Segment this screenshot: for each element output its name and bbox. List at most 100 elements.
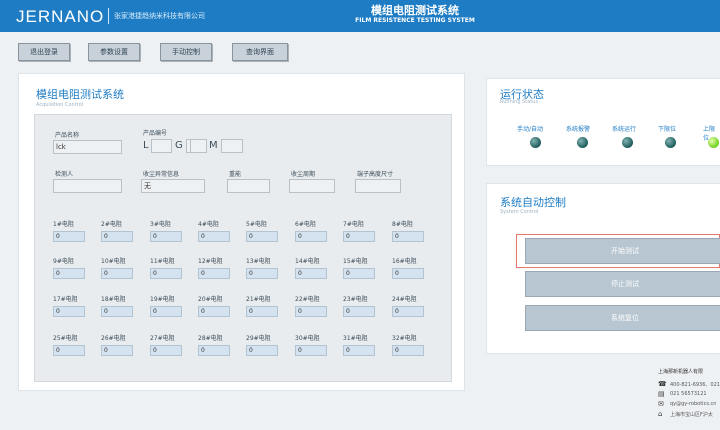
- footer-fax: 021 56573121: [670, 391, 707, 397]
- resistor-value: 0: [198, 345, 230, 356]
- resistor-label: 15#电阻: [343, 258, 368, 265]
- logout-button[interactable]: 退出登录: [18, 43, 70, 61]
- product-no-m-input[interactable]: [221, 139, 243, 153]
- product-no-prefix-g: G: [175, 140, 183, 151]
- energy-input[interactable]: [227, 179, 270, 193]
- manual-control-button[interactable]: 手动控制: [160, 43, 212, 61]
- operator-input[interactable]: [53, 179, 122, 193]
- resistor-label: 21#电阻: [246, 296, 271, 303]
- resistor-value: 0: [101, 268, 133, 279]
- stop-test-button[interactable]: 停止测试: [525, 271, 720, 297]
- resistor-value: 0: [53, 268, 85, 279]
- resistor-value: 0: [53, 231, 85, 242]
- logo-divider: [108, 8, 109, 24]
- auto-control-title: 系统自动控制: [500, 196, 566, 209]
- resistor-label: 16#电阻: [392, 258, 417, 265]
- resistor-label: 7#电阻: [343, 221, 364, 228]
- lamp-system-run-icon: [622, 137, 633, 148]
- resistor-value: 0: [150, 231, 182, 242]
- status-label-manual-auto: 手动/自动: [517, 126, 544, 133]
- resistor-label: 10#电阻: [101, 258, 126, 265]
- status-label-system-run: 系统运行: [612, 126, 637, 133]
- dust-cycle-label: 收尘周期: [291, 171, 316, 178]
- location-icon: ⌂: [658, 410, 663, 418]
- lamp-upper-limit-icon: [708, 137, 719, 148]
- resistor-label: 31#电阻: [343, 335, 368, 342]
- resistor-label: 4#电阻: [198, 221, 219, 228]
- resistor-value: 0: [295, 345, 327, 356]
- resistor-value: 0: [150, 345, 182, 356]
- resistor-value: 0: [198, 231, 230, 242]
- acquisition-form-area: [34, 114, 452, 382]
- terminal-height-input[interactable]: [355, 179, 401, 193]
- resistor-value: 0: [295, 306, 327, 317]
- product-no-prefix-l: L: [143, 140, 149, 151]
- resistor-label: 29#电阻: [246, 335, 271, 342]
- dust-cycle-input[interactable]: [289, 179, 335, 193]
- lamp-manual-auto-icon: [530, 137, 541, 148]
- product-no-label: 产品编号: [143, 130, 168, 137]
- resistor-value: 0: [246, 306, 278, 317]
- resistor-label: 32#电阻: [392, 335, 417, 342]
- resistor-label: 5#电阻: [246, 221, 267, 228]
- resistor-value: 0: [392, 231, 424, 242]
- resistor-label: 3#电阻: [150, 221, 171, 228]
- product-name-label: 产品名称: [55, 132, 80, 139]
- resistor-value: 0: [150, 306, 182, 317]
- resistor-label: 28#电阻: [198, 335, 223, 342]
- status-label-system-alarm: 系统报警: [566, 126, 591, 133]
- resistor-label: 2#电阻: [101, 221, 122, 228]
- resistor-value: 0: [101, 231, 133, 242]
- energy-label: 重能: [229, 171, 242, 178]
- resistor-value: 0: [246, 345, 278, 356]
- resistor-value: 0: [343, 268, 375, 279]
- resistor-label: 25#电阻: [53, 335, 78, 342]
- resistor-label: 11#电阻: [150, 258, 175, 265]
- resistor-label: 14#电阻: [295, 258, 320, 265]
- parameter-settings-button[interactable]: 参数设置: [88, 43, 140, 61]
- resistor-label: 27#电阻: [150, 335, 175, 342]
- resistor-label: 18#电阻: [101, 296, 126, 303]
- resistor-label: 30#电阻: [295, 335, 320, 342]
- product-no-prefix-m: M: [209, 140, 218, 151]
- resistor-value: 0: [53, 345, 85, 356]
- product-no-l-input[interactable]: [151, 139, 172, 153]
- start-test-button[interactable]: 开始测试: [525, 238, 720, 264]
- resistor-value: 0: [198, 268, 230, 279]
- resistor-label: 17#电阻: [53, 296, 78, 303]
- resistor-value: 0: [53, 306, 85, 317]
- resistor-label: 24#电阻: [392, 296, 417, 303]
- product-no-g2-input[interactable]: [190, 139, 207, 153]
- resistor-label: 13#电阻: [246, 258, 271, 265]
- company-name: 张家港捷趋纳米科技有限公司: [114, 12, 205, 20]
- terminal-height-label: 端子高度尺寸: [357, 171, 394, 178]
- acquisition-title: 模组电阻测试系统: [36, 88, 124, 101]
- resistor-label: 6#电阻: [295, 221, 316, 228]
- resistor-value: 0: [198, 306, 230, 317]
- auto-control-subtitle: System Control: [500, 209, 539, 215]
- resistor-label: 8#电阻: [392, 221, 413, 228]
- operator-label: 检测人: [55, 171, 74, 178]
- resistor-label: 12#电阻: [198, 258, 223, 265]
- resistor-value: 0: [101, 306, 133, 317]
- product-name-input[interactable]: lck: [53, 140, 122, 154]
- email-icon: ✉: [658, 400, 664, 408]
- dust-abnormal-input[interactable]: 无: [141, 179, 205, 193]
- resistor-label: 1#电阻: [53, 221, 74, 228]
- footer-address: 上海市宝山区F沪太: [670, 412, 713, 418]
- resistor-value: 0: [392, 268, 424, 279]
- query-page-button[interactable]: 查询界面: [232, 43, 288, 61]
- system-title: 模组电阻测试系统: [371, 4, 459, 17]
- system-reset-button[interactable]: 系统复位: [525, 305, 720, 331]
- lamp-lower-limit-icon: [665, 137, 676, 148]
- resistor-label: 23#电阻: [343, 296, 368, 303]
- resistor-label: 26#电阻: [101, 335, 126, 342]
- lamp-system-alarm-icon: [577, 137, 588, 148]
- phone-icon: ☎: [658, 380, 667, 388]
- footer-phone: 400-821-6936、021: [670, 382, 720, 388]
- dust-abnormal-label: 收尘异常信息: [143, 171, 180, 178]
- resistor-value: 0: [392, 345, 424, 356]
- running-status-subtitle: Running Status: [500, 99, 539, 105]
- footer-email: qy@gy-robotics.cn: [670, 401, 717, 407]
- resistor-label: 19#电阻: [150, 296, 175, 303]
